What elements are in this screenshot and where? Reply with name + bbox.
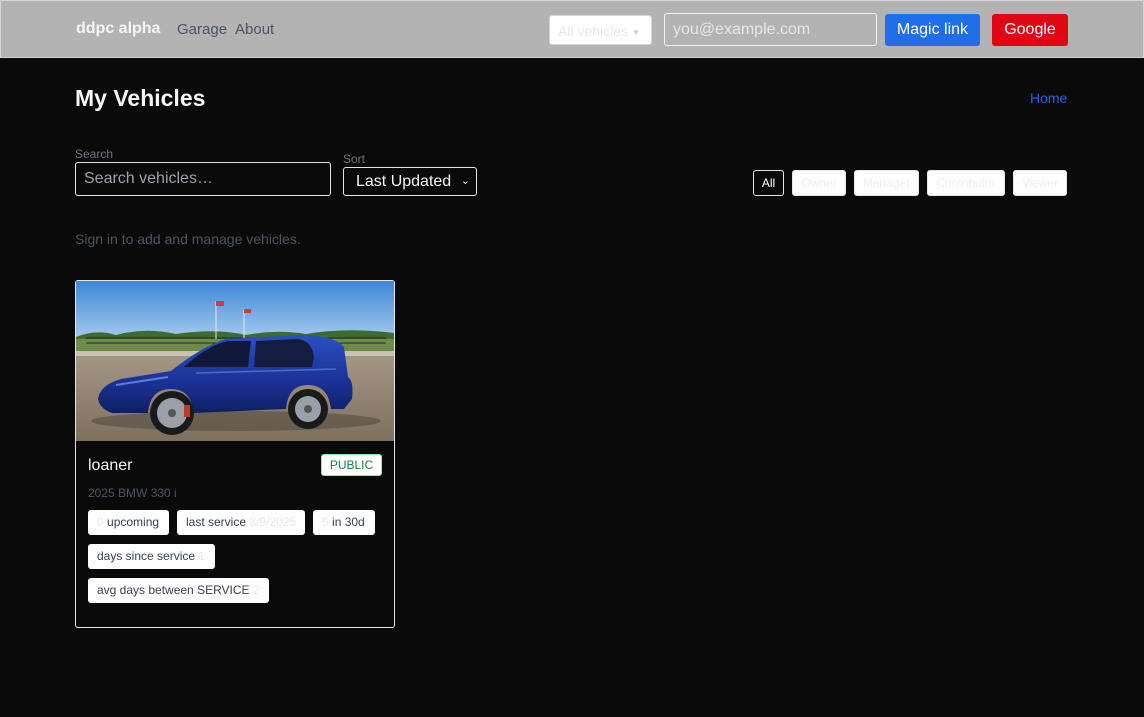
- email-input[interactable]: [664, 13, 877, 46]
- stat-upcoming-chip: 0 upcoming: [88, 510, 169, 535]
- caret-down-icon: ▼: [632, 27, 640, 37]
- stat-days-since-label: days since service: [97, 549, 196, 563]
- vehicle-subtitle: 2025 BMW 330 i: [88, 486, 177, 500]
- search-input[interactable]: [75, 162, 331, 196]
- vehicle-name[interactable]: loaner: [88, 457, 132, 475]
- magic-link-button[interactable]: Magic link: [885, 14, 980, 46]
- stat-in30-label: in 30d: [332, 515, 365, 529]
- stat-last-service-chip: last service 8/9/2025: [177, 510, 305, 535]
- visibility-badge: PUBLIC: [321, 454, 382, 476]
- stat-days-since-chip: days since service 1: [88, 544, 215, 569]
- top-navbar: ddpc alpha Garage About All vehicles▼ Ma…: [0, 0, 1144, 58]
- nav-about-link[interactable]: About: [235, 21, 274, 38]
- sort-value: Last Updated: [356, 173, 452, 190]
- search-label: Search: [75, 147, 114, 161]
- vehicle-filter-select[interactable]: All vehicles ▼: [549, 15, 652, 45]
- nav-garage-link[interactable]: Garage: [177, 21, 227, 38]
- stat-avg-days-chip: avg days between SERVICE 2: [88, 578, 269, 603]
- stat-in30-count: 5: [322, 515, 329, 529]
- stat-avg-days-label: avg days between SERVICE: [97, 583, 250, 597]
- brand-logo[interactable]: ddpc alpha: [76, 20, 160, 38]
- home-link[interactable]: Home: [1030, 90, 1067, 106]
- vehicle-photo: [76, 281, 394, 441]
- stat-upcoming-count: 0: [97, 515, 104, 529]
- stat-last-service-label: last service: [186, 515, 247, 529]
- stat-days-since-value: 1: [198, 549, 206, 563]
- signin-note: Sign in to add and manage vehicles.: [75, 231, 301, 247]
- chevron-down-icon: ⌄: [460, 175, 470, 187]
- stat-last-service-value: 8/9/2025: [249, 515, 297, 529]
- stat-in30-chip: 5 in 30d: [313, 510, 375, 535]
- role-filter-owner[interactable]: Owner: [792, 170, 846, 196]
- page-title: My Vehicles: [75, 85, 206, 111]
- role-filter-viewer[interactable]: Viewer: [1013, 170, 1067, 196]
- sort-select[interactable]: Last Updated ⌄: [343, 167, 477, 196]
- role-filter-manager[interactable]: Manager: [854, 170, 919, 196]
- stat-upcoming-label: upcoming: [107, 515, 160, 529]
- role-filter-contributor[interactable]: Contributor: [927, 170, 1005, 196]
- role-filter-all[interactable]: All: [753, 170, 784, 196]
- sort-label: Sort: [343, 152, 366, 166]
- vehicle-card[interactable]: loaner PUBLIC 2025 BMW 330 i 0 upcoming …: [75, 280, 395, 628]
- stat-avg-days-value: 2: [252, 583, 260, 597]
- vehicle-filter-value: All vehicles: [558, 23, 629, 39]
- google-signin-button[interactable]: Google: [992, 14, 1068, 46]
